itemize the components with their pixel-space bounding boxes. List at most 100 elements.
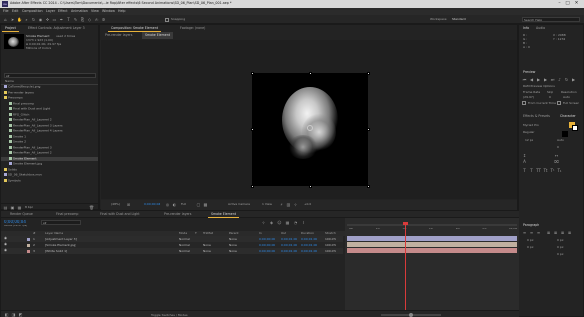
transform-handle[interactable] [250,128,254,131]
search-help-input[interactable]: Search Help [522,17,580,22]
layer-stretch[interactable]: 100.0% [325,244,336,247]
faux-bold-icon[interactable]: T [522,168,527,173]
anchor-point-icon[interactable] [307,125,313,131]
leading-value[interactable]: Auto [557,139,564,142]
stroke-color-swatch[interactable] [572,125,578,131]
layer-label-color[interactable] [27,243,30,247]
project-item[interactable]: CaTome(Recycle).png [1,85,98,89]
snapping-checkbox[interactable] [165,17,169,22]
project-item[interactable]: Final precomp [1,101,98,106]
align-right-icon[interactable]: ≡ [536,230,541,235]
tab-paragraph[interactable]: Paragraph [520,222,542,229]
project-search-input[interactable]: ρ▾ [4,73,96,78]
layer-label-color[interactable] [27,249,30,253]
justify-left-icon[interactable]: ≣ [546,230,551,235]
visibility-eye-icon[interactable]: ◉ [4,242,7,247]
menu-edit[interactable]: Edit [12,9,18,13]
tsume-icon[interactable]: ⌧ [554,159,559,164]
hand-tool-icon[interactable]: ✋ [17,17,22,22]
project-item[interactable]: Precomps [1,96,98,100]
loop-icon[interactable]: ↻ [564,77,569,82]
all-caps-icon[interactable]: TT [536,168,541,173]
pan-behind-tool-icon[interactable]: ✣ [45,17,50,22]
menu-file[interactable]: File [3,9,9,13]
tab-info[interactable]: Info [520,25,532,32]
time-ruler[interactable]: 00f05f10f15f20f25f01;00f [345,228,519,234]
in-out-icon[interactable]: ◩ [18,312,23,317]
rectangle-tool-icon[interactable]: ▭ [52,17,57,22]
rotate-tool-icon[interactable]: ↻ [31,17,36,22]
layer-bar-adjustment[interactable] [347,236,517,241]
zoom-slider-thumb[interactable] [409,313,413,317]
flowchart-icon[interactable]: ⊹ [293,202,298,207]
skip-value[interactable]: 0 [549,96,551,99]
indent-before[interactable]: 0 px [527,239,534,242]
clone-stamp-tool-icon[interactable]: ⎘ [80,17,85,22]
resolution-select[interactable]: Full [181,203,186,206]
project-item[interactable]: Final with Dust and Light [1,107,98,111]
menu-help[interactable]: Help [118,9,126,13]
baseline-shift-icon[interactable]: A [522,159,527,164]
small-caps-icon[interactable]: Tt [543,168,548,173]
camera-tool-icon[interactable]: ◉ [38,17,43,22]
frame-rate-select[interactable]: (29.97) [523,96,534,99]
layer-stretch[interactable]: 100.0% [325,250,336,253]
layer-out[interactable]: 0;00;01;00 [281,244,297,247]
comp-viewer[interactable] [101,40,517,199]
exposure-value[interactable]: +0.0 [304,203,311,206]
visibility-eye-icon[interactable]: ◉ [4,248,7,253]
transform-handle[interactable] [250,71,254,75]
timeline-icon[interactable]: ▥ [286,202,291,207]
project-item[interactable]: Smoke 1 [1,134,98,139]
tab-smoke-element[interactable]: Smoke Element [208,211,239,218]
first-frame-icon[interactable]: ⏮ [522,77,527,82]
font-style-select[interactable]: Regular [523,131,535,134]
layer-trkmat[interactable]: None [203,250,211,253]
snapshot-icon[interactable]: ◎ [165,202,170,207]
tab-project[interactable]: Project [2,25,19,32]
show-channel-icon[interactable]: ◐ [172,202,177,207]
indent-after[interactable]: 0 px [557,239,564,242]
from-current-checkbox[interactable] [522,101,526,105]
close-button[interactable]: ✕ [573,1,580,7]
menu-effect[interactable]: Effect [58,9,68,13]
menu-animation[interactable]: Animation [71,9,88,13]
full-screen-checkbox[interactable] [557,101,561,105]
selection-tool-icon[interactable]: ➤ [10,17,15,22]
menu-view[interactable]: View [91,9,99,13]
minimize-button[interactable]: – [556,1,563,7]
black-swatch[interactable] [562,131,568,137]
layer-duration[interactable]: 0;00;01;00 [301,238,317,241]
resolution-select-preview[interactable]: Auto [563,96,570,99]
tab-character[interactable]: Character [557,113,579,120]
project-item[interactable]: Smoke 2 [1,140,98,144]
justify-right-icon[interactable]: ≣ [560,230,565,235]
project-item[interactable]: RFG_Glitch [1,112,98,117]
eraser-tool-icon[interactable]: ◇ [87,17,92,22]
tab-audio[interactable]: Audio [533,25,548,32]
playhead[interactable] [405,222,406,310]
justify-center-icon[interactable]: ≣ [553,230,558,235]
layer-in[interactable]: 0;00;00;00 [259,244,275,247]
next-frame-icon[interactable]: ▶ [543,77,548,82]
menu-layer[interactable]: Layer [46,9,55,13]
first-line-indent[interactable]: 0 px [557,253,564,256]
subtab-smoke-element[interactable]: Smoke Element [142,32,173,39]
layer-empty-area[interactable] [1,260,345,310]
transform-handle[interactable] [366,128,370,131]
play-icon[interactable]: ▶ [536,77,541,82]
superscript-icon[interactable]: T¹ [550,168,555,173]
bit-depth-label[interactable]: 8 bpc [25,206,33,209]
toggle-switches-modes[interactable]: Toggle Switches / Modes [151,314,188,317]
layer-bar-smoke[interactable] [347,242,517,247]
project-item[interactable]: RenderPlan_All_Layered 3 Layers [1,123,98,128]
tab-prerender-layers[interactable]: Pre-render layers [161,211,194,218]
layer-parent[interactable]: None [229,238,237,241]
zoom-select[interactable]: (48%) [111,203,120,206]
menu-composition[interactable]: Composition [22,9,43,13]
menu-window[interactable]: Window [102,9,115,13]
project-item[interactable]: Smoke Element [1,156,98,161]
ram-preview-icon[interactable]: ▶ [571,77,576,82]
transform-handle[interactable] [308,184,312,188]
layer-in[interactable]: 0;00;00;00 [259,250,275,253]
